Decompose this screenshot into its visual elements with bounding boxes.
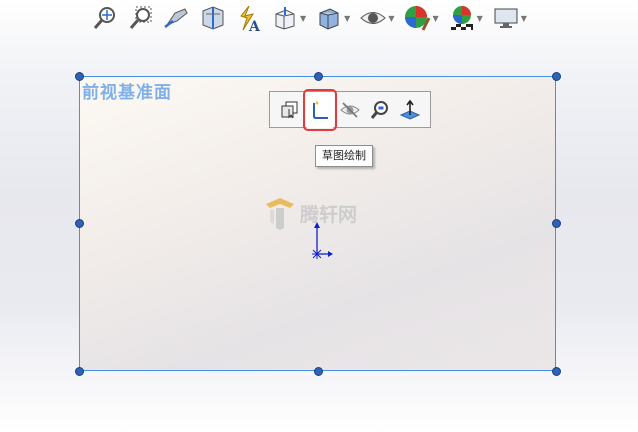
watermark-logo-icon [266,198,294,230]
hide-show-items-icon[interactable] [358,3,388,33]
hide-icon[interactable] [336,96,364,124]
chevron-down-icon[interactable]: ▼ [477,14,483,23]
zoom-to-area-icon[interactable] [126,3,156,33]
chevron-down-icon[interactable]: ▼ [344,14,350,23]
plane-label: 前视基准面 [82,83,172,103]
selection-handle[interactable] [552,219,561,228]
selection-handle[interactable] [552,367,561,376]
selection-handle[interactable] [75,219,84,228]
display-style-icon[interactable] [314,3,344,33]
tooltip: 草图绘制 [315,145,373,167]
sketch-button[interactable] [303,88,337,131]
heads-up-view-toolbar: A ▼ ▼ ▼ ▼ ▼ ▼ [90,2,535,34]
chevron-down-icon[interactable]: ▼ [300,14,306,23]
view-settings-icon[interactable] [491,3,521,33]
chevron-down-icon[interactable]: ▼ [388,14,394,23]
apply-scene-icon[interactable] [447,3,477,33]
zoom-to-fit-icon[interactable] [90,3,120,33]
previous-view-icon[interactable] [162,3,192,33]
view-orientation-icon[interactable] [270,3,300,33]
svg-text:A: A [248,19,261,32]
edit-appearance-icon[interactable] [402,3,432,33]
chevron-down-icon[interactable]: ▼ [432,14,438,23]
origin-icon [305,220,335,264]
normal-axis-icon[interactable] [396,96,424,124]
dynamic-annotation-views-icon[interactable]: A [234,3,264,33]
selection-handle[interactable] [314,367,323,376]
selection-handle[interactable] [75,367,84,376]
selection-handle[interactable] [314,72,323,81]
zoom-to-selection-icon[interactable] [366,96,394,124]
normal-to-icon[interactable] [276,96,304,124]
section-view-icon[interactable] [198,3,228,33]
context-toolbar [269,88,431,131]
chevron-down-icon[interactable]: ▼ [521,14,527,23]
selection-handle[interactable] [552,72,561,81]
